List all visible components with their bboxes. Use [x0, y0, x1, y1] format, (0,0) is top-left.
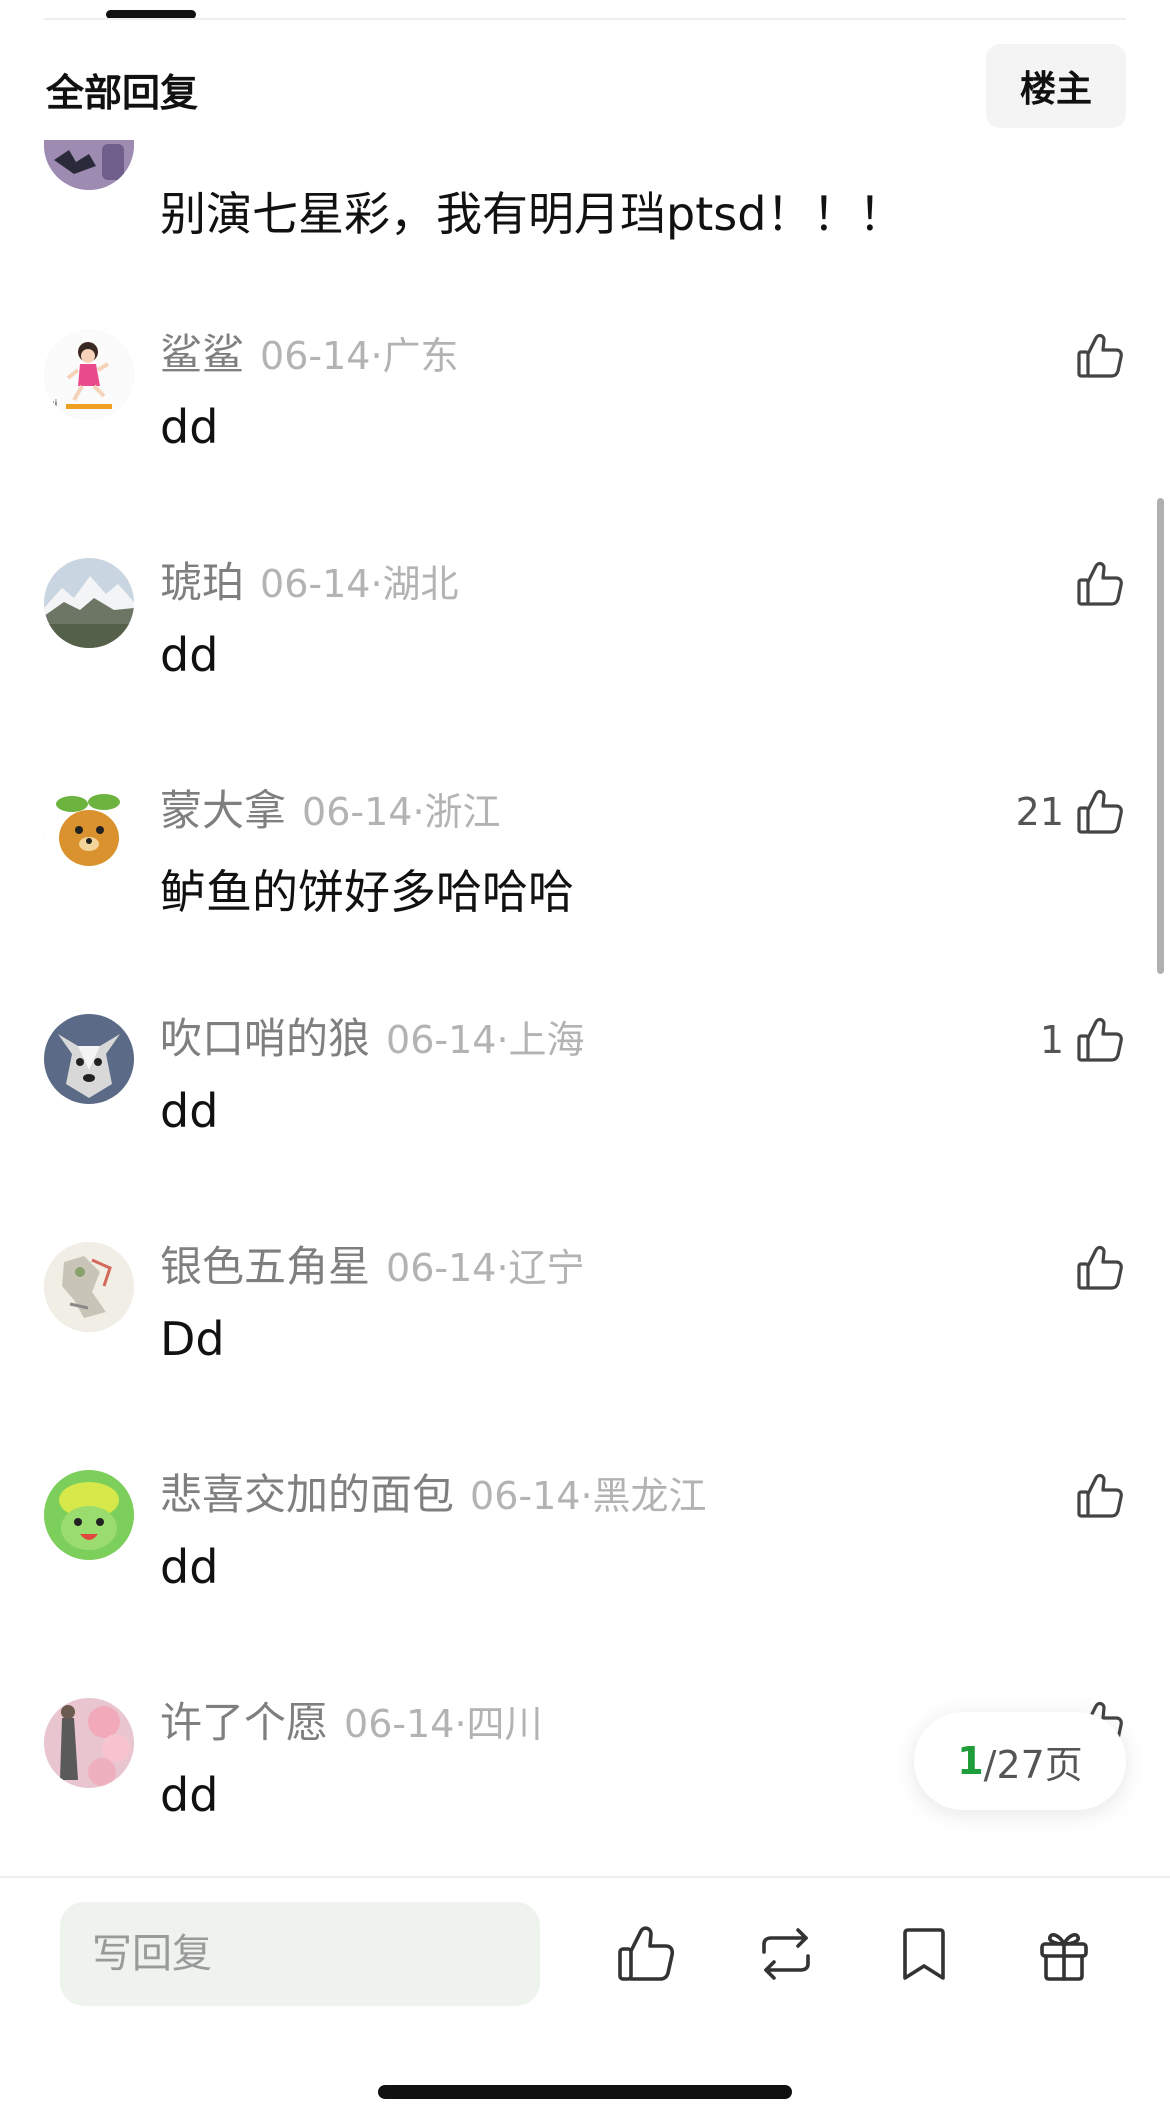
comment-text: dd — [160, 400, 219, 454]
comment-item: 琥珀 06-14·湖北 dd — [0, 548, 1170, 776]
comment-text: 鲈鱼的饼好多哈哈哈 — [160, 865, 574, 919]
meta-separator: · — [412, 790, 425, 834]
comment-location: 广东 — [382, 334, 459, 378]
thumbs-up-icon — [1074, 786, 1126, 838]
comment-meta: 许了个愿 06-14·四川 — [160, 1698, 543, 1748]
comment-text: 别演七星彩，我有明月珰ptsd！！！ — [160, 187, 905, 241]
comment-location: 上海 — [508, 1018, 585, 1062]
comment-text: dd — [160, 1084, 219, 1138]
like-button[interactable] — [1064, 1238, 1126, 1298]
comment-location: 黑龙江 — [592, 1474, 707, 1518]
avatar[interactable] — [44, 140, 134, 190]
meta-separator: · — [454, 1702, 467, 1746]
comment-item: 蒙大拿 06-14·浙江 鲈鱼的饼好多哈哈哈 21 — [0, 776, 1170, 1004]
thumbs-up-icon — [1074, 558, 1126, 610]
comment-date: 06-14 — [260, 562, 371, 606]
thumbs-up-icon — [614, 1922, 678, 1990]
comment-date: 06-14 — [344, 1702, 455, 1746]
nickname[interactable]: 吹口哨的狼 — [160, 1014, 370, 1063]
avatar[interactable] — [44, 1242, 134, 1332]
avatar[interactable] — [44, 1698, 134, 1788]
comment-location: 湖北 — [382, 562, 459, 606]
page-total: /27页 — [983, 1742, 1083, 1787]
avatar[interactable]: ui — [44, 330, 134, 420]
nickname[interactable]: 蒙大拿 — [160, 786, 286, 835]
avatar[interactable] — [44, 1470, 134, 1560]
comment-meta: 悲喜交加的面包 06-14·黑龙江 — [160, 1470, 707, 1520]
comment-date: 06-14 — [302, 790, 413, 834]
meta-separator: · — [370, 562, 383, 606]
scrollbar[interactable] — [1157, 498, 1164, 974]
comment-item: 吹口哨的狼 06-14·上海 dd 1 — [0, 1004, 1170, 1232]
comment-meta: 蒙大拿 06-14·浙江 — [160, 786, 501, 836]
bookmark-icon — [892, 1922, 956, 1990]
repost-button[interactable] — [750, 1920, 822, 1992]
reply-input[interactable] — [60, 1902, 540, 2006]
like-button[interactable] — [1064, 554, 1126, 614]
like-post-button[interactable] — [610, 1920, 682, 1992]
op-only-button[interactable]: 楼主 — [986, 44, 1126, 128]
gift-button[interactable] — [1028, 1920, 1100, 1992]
comment-item: 悲喜交加的面包 06-14·黑龙江 dd — [0, 1460, 1170, 1688]
comment-date: 06-14 — [260, 334, 371, 378]
bottom-action-bar — [0, 1876, 1170, 2128]
current-page: 1 — [957, 1739, 984, 1783]
comment-location: 浙江 — [424, 790, 501, 834]
thumbs-up-icon — [1074, 1242, 1126, 1294]
comment-list: ui 鲨鲨 06-14·广东 dd 琥珀 06-14·湖北 dd 蒙大拿 06-… — [0, 320, 1170, 1916]
comment-text: dd — [160, 1540, 219, 1594]
meta-separator: · — [370, 334, 383, 378]
comment-item: ui 鲨鲨 06-14·广东 dd — [0, 320, 1170, 548]
comment-meta: 银色五角星 06-14·辽宁 — [160, 1242, 585, 1292]
home-indicator — [378, 2085, 792, 2099]
gift-icon — [1032, 1922, 1096, 1990]
comment-text: Dd — [160, 1312, 225, 1366]
comment-meta: 琥珀 06-14·湖北 — [160, 558, 459, 608]
comment-meta: 吹口哨的狼 06-14·上海 — [160, 1014, 585, 1064]
comment-date: 06-14 — [386, 1246, 497, 1290]
repost-icon — [754, 1922, 818, 1990]
like-button[interactable] — [1064, 1466, 1126, 1526]
nickname[interactable]: 许了个愿 — [160, 1698, 328, 1747]
comment-location: 辽宁 — [508, 1246, 585, 1290]
meta-separator: · — [496, 1246, 509, 1290]
like-button[interactable]: 1 — [1040, 1010, 1126, 1070]
nickname[interactable]: 悲喜交加的面包 — [160, 1470, 454, 1519]
meta-separator: · — [496, 1018, 509, 1062]
nickname[interactable]: 鲨鲨 — [160, 330, 244, 379]
page-title: 全部回复 — [46, 71, 199, 115]
thumbs-up-icon — [1074, 330, 1126, 382]
like-button[interactable]: 21 — [1016, 782, 1126, 842]
top-divider — [44, 18, 1126, 20]
replies-header: 全部回复 楼主 — [0, 40, 1170, 130]
comment-date: 06-14 — [386, 1018, 497, 1062]
comment-meta: 鲨鲨 06-14·广东 — [160, 330, 459, 380]
partial-comment: 别演七星彩，我有明月珰ptsd！！！ — [0, 140, 1170, 260]
bookmark-button[interactable] — [888, 1920, 960, 1992]
comment-date: 06-14 — [470, 1474, 581, 1518]
comment-text: dd — [160, 1768, 219, 1822]
thumbs-up-icon — [1074, 1014, 1126, 1066]
like-count: 1 — [1039, 1018, 1064, 1062]
avatar[interactable] — [44, 786, 134, 876]
comment-item: 银色五角星 06-14·辽宁 Dd — [0, 1232, 1170, 1460]
thumbs-up-icon — [1074, 1470, 1126, 1522]
like-button[interactable] — [1064, 326, 1126, 386]
avatar[interactable] — [44, 558, 134, 648]
nickname[interactable]: 银色五角星 — [160, 1242, 370, 1291]
meta-separator: · — [580, 1474, 593, 1518]
comment-text: dd — [160, 628, 219, 682]
nickname[interactable]: 琥珀 — [160, 558, 244, 607]
like-count: 21 — [1015, 790, 1064, 834]
svg-text:ui: ui — [48, 397, 57, 411]
page-indicator[interactable]: 1/27页 — [914, 1712, 1126, 1810]
avatar[interactable] — [44, 1014, 134, 1104]
comment-location: 四川 — [466, 1702, 543, 1746]
